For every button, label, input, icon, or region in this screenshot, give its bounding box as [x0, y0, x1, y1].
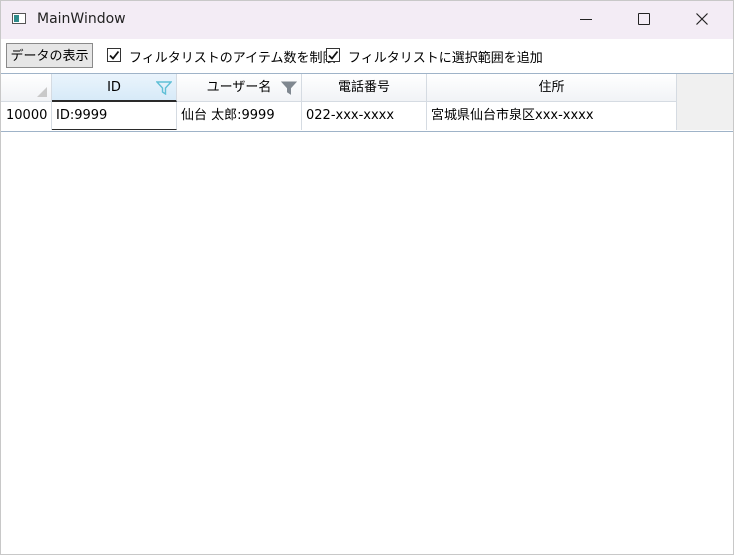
column-header-label: 住所 — [538, 80, 565, 95]
check-icon — [328, 50, 339, 60]
data-grid[interactable]: ID ユーザー名 電話番号 住所 10000 ID:9999 仙台 太郎:999… — [1, 73, 733, 132]
minimize-button[interactable] — [557, 1, 615, 39]
column-header-username[interactable]: ユーザー名 — [177, 74, 302, 102]
window-title: MainWindow — [37, 11, 126, 27]
add-selection-range-label[interactable]: フィルタリストに選択範囲を追加 — [348, 47, 543, 66]
add-selection-range-checkbox[interactable] — [326, 48, 340, 62]
column-header-phone[interactable]: 電話番号 — [302, 74, 427, 102]
column-header-label: 電話番号 — [337, 80, 390, 95]
table-cell[interactable]: 仙台 太郎:9999 — [177, 102, 302, 130]
table-cell[interactable]: 宮城県仙台市泉区xxx-xxxx — [427, 102, 677, 130]
table-cell[interactable]: ID:9999 — [52, 102, 177, 130]
maximize-button[interactable] — [615, 1, 673, 39]
limit-filter-items-label[interactable]: フィルタリストのアイテム数を制限 — [129, 47, 335, 66]
limit-filter-items-checkbox[interactable] — [107, 48, 121, 62]
table-cell[interactable]: 022-xxx-xxxx — [302, 102, 427, 130]
close-button[interactable] — [673, 1, 731, 39]
check-icon — [109, 50, 120, 60]
select-all-corner[interactable] — [1, 74, 52, 102]
column-header-label: ID — [107, 80, 121, 95]
column-header-address[interactable]: 住所 — [427, 74, 677, 102]
app-icon — [12, 13, 26, 24]
show-data-button[interactable]: データの表示 — [6, 43, 93, 68]
column-header-label: ユーザー名 — [206, 80, 272, 95]
toolbar: データの表示 フィルタリストのアイテム数を制限 フィルタリストに選択範囲を追加 — [1, 39, 733, 73]
grid-filler — [677, 74, 733, 130]
filter-icon[interactable] — [156, 81, 172, 95]
close-icon — [696, 13, 708, 25]
row-header[interactable]: 10000 — [1, 102, 52, 130]
column-header-id[interactable]: ID — [52, 74, 177, 102]
filter-icon[interactable] — [281, 81, 297, 95]
title-bar[interactable]: MainWindow — [1, 1, 733, 39]
select-all-icon — [37, 87, 47, 97]
main-window: MainWindow データの表示 フィルタリストのアイテム数を制限 フィルタリ… — [0, 0, 734, 555]
